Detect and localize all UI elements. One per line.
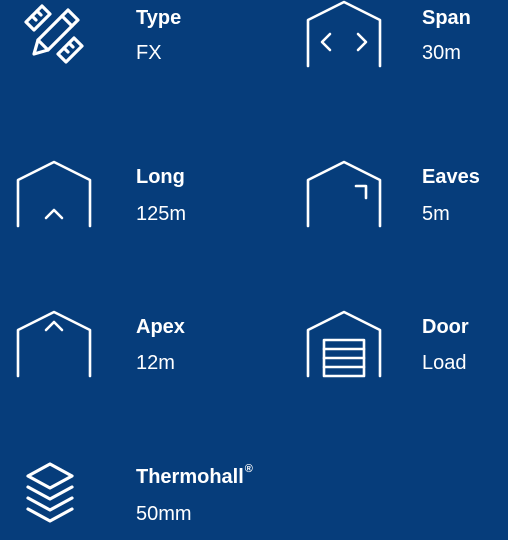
spec-span: Span 30m bbox=[306, 0, 508, 80]
spec-thermohall: Thermohall® 50mm bbox=[20, 460, 270, 540]
spec-apex-label: Apex bbox=[136, 316, 185, 338]
spec-type-label: Type bbox=[136, 7, 182, 29]
spec-door: Door Load bbox=[306, 310, 508, 390]
spec-type: Type FX bbox=[20, 0, 270, 80]
hall-length-icon bbox=[16, 160, 100, 228]
spec-long: Long 125m bbox=[16, 160, 270, 240]
hall-door-icon bbox=[306, 310, 386, 378]
spec-type-value: FX bbox=[136, 42, 162, 64]
spec-long-label: Long bbox=[136, 166, 185, 188]
spec-thermohall-value: 50mm bbox=[136, 503, 192, 525]
spec-eaves-label: Eaves bbox=[422, 166, 480, 188]
spec-eaves: Eaves 5m bbox=[306, 160, 508, 240]
spec-long-value: 125m bbox=[136, 203, 187, 225]
spec-apex: Apex 12m bbox=[16, 310, 270, 390]
spec-thermohall-label: Thermohall® bbox=[136, 463, 253, 488]
spec-thermohall-label-text: Thermohall bbox=[136, 466, 244, 488]
hall-apex-icon bbox=[16, 310, 100, 378]
hall-span-icon bbox=[306, 0, 386, 68]
spec-span-label: Span bbox=[422, 7, 471, 29]
spec-door-value: Load bbox=[422, 352, 467, 374]
registered-mark: ® bbox=[244, 463, 253, 476]
spec-span-value: 30m bbox=[422, 42, 461, 64]
spec-eaves-value: 5m bbox=[422, 203, 450, 225]
pencil-ruler-icon bbox=[20, 0, 88, 68]
hall-eaves-icon bbox=[306, 160, 386, 228]
insulation-layers-icon bbox=[20, 460, 88, 528]
spec-door-label: Door bbox=[422, 316, 469, 338]
spec-apex-value: 12m bbox=[136, 352, 175, 374]
